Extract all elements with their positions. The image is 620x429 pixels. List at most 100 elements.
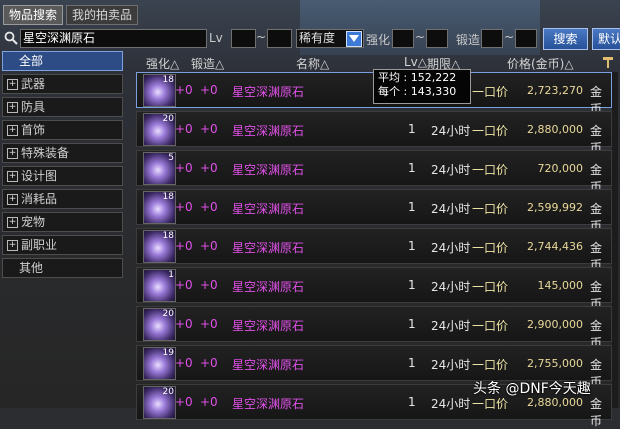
expand-plus-icon[interactable]: +	[7, 194, 18, 205]
tab-my-auctions[interactable]: 我的拍卖品	[66, 5, 139, 25]
stack-count: 20	[162, 387, 174, 397]
enhance-value: +0	[175, 200, 193, 214]
table-row[interactable]: 20 +0 +0 星空深渊原石 1 24小时 一口价 2,880,000 金币	[136, 111, 612, 155]
tab-item-search[interactable]: 物品搜索	[3, 5, 64, 25]
table-row[interactable]: 5 +0 +0 星空深渊原石 1 24小时 一口价 720,000 金币	[136, 150, 612, 194]
forge-value: +0	[200, 161, 218, 175]
sidebar-item-label: 消耗品	[21, 192, 58, 206]
expand-plus-icon[interactable]: +	[7, 79, 18, 90]
stack-count: 19	[162, 348, 174, 358]
header-forge[interactable]: 锻造△	[191, 55, 224, 72]
header-enhance[interactable]: 强化△	[146, 55, 179, 72]
expand-plus-icon[interactable]: +	[7, 240, 18, 251]
sidebar-item-other[interactable]: 其他	[2, 258, 123, 278]
search-icon	[4, 31, 18, 45]
header-lv[interactable]: Lv△	[404, 55, 427, 69]
stack-count: 1	[168, 270, 174, 280]
sidebar-item-weapon[interactable]: + 武器	[2, 74, 123, 94]
tooltip-each: 每个 : 143,330	[378, 85, 457, 98]
item-gem-icon[interactable]: 19	[143, 347, 176, 380]
item-name: 星空深渊原石	[232, 358, 305, 372]
forge-value: +0	[200, 200, 218, 214]
price-tooltip: 平均 : 152,222 每个 : 143,330	[373, 69, 471, 104]
enhance-max-input[interactable]	[426, 29, 448, 48]
sidebar-item-label: 武器	[21, 77, 46, 91]
sidebar-item-label: 其他	[19, 261, 44, 275]
search-bar: 星空深渊原石 Lv ~ 稀有度 强化 ~ 锻造 ~ 搜索 默认	[0, 27, 620, 51]
sidebar-item-label: 宠物	[21, 215, 46, 229]
item-gem-icon[interactable]: 1	[143, 269, 176, 302]
default-button[interactable]: 默认	[592, 28, 620, 50]
header-name[interactable]: 名称△	[296, 55, 329, 72]
forge-value: +0	[200, 356, 218, 370]
qty-value: 1	[408, 239, 416, 253]
item-name: 星空深渊原石	[232, 163, 305, 177]
sidebar-item-subjob[interactable]: + 副职业	[2, 235, 123, 255]
chevron-down-icon[interactable]	[346, 31, 362, 47]
item-gem-icon[interactable]: 18	[143, 191, 176, 224]
price-value: 2,723,270	[527, 84, 583, 97]
price-type: 一口价	[472, 124, 509, 138]
sidebar-item-blueprint[interactable]: + 设计图	[2, 166, 123, 186]
enhance-label: 强化	[366, 33, 391, 47]
forge-value: +0	[200, 395, 218, 409]
table-row[interactable]: 18 +0 +0 星空深渊原石 1 24小时 一口价 2,599,992 金币	[136, 189, 612, 233]
item-gem-icon[interactable]: 20	[143, 308, 176, 341]
item-name: 星空深渊原石	[232, 319, 305, 333]
qty-value: 1	[408, 161, 416, 175]
stack-count: 18	[162, 231, 174, 241]
expand-plus-icon[interactable]: +	[7, 171, 18, 182]
qty-value: 1	[408, 122, 416, 136]
expand-plus-icon[interactable]: +	[7, 217, 18, 228]
table-row[interactable]: 1 +0 +0 星空深渊原石 1 24小时 一口价 145,000 金币	[136, 267, 612, 311]
expand-plus-icon[interactable]: +	[7, 102, 18, 113]
sidebar-item-label: 首饰	[21, 123, 46, 137]
item-gem-icon[interactable]: 18	[143, 230, 176, 263]
price-value: 145,000	[537, 279, 584, 292]
price-value: 2,755,000	[527, 357, 583, 370]
forge-min-input[interactable]	[481, 29, 503, 48]
sidebar-item-label: 设计图	[21, 169, 58, 183]
item-name-input[interactable]: 星空深渊原石	[20, 29, 207, 48]
forge-tilde: ~	[504, 30, 515, 44]
forge-value: +0	[200, 83, 218, 97]
table-row[interactable]: 20 +0 +0 星空深渊原石 1 24小时 一口价 2,900,000 金币	[136, 306, 612, 350]
search-button[interactable]: 搜索	[543, 28, 588, 50]
lv-min-input[interactable]	[231, 29, 256, 48]
rarity-select[interactable]: 稀有度	[296, 29, 364, 48]
stack-count: 20	[162, 309, 174, 319]
table-row[interactable]: 19 +0 +0 星空深渊原石 1 24小时 一口价 2,755,000 金币	[136, 345, 612, 389]
sidebar-item-special-equip[interactable]: + 特殊装备	[2, 143, 123, 163]
sidebar-item-armor[interactable]: + 防具	[2, 97, 123, 117]
item-gem-icon[interactable]: 20	[143, 113, 176, 146]
tooltip-average: 平均 : 152,222	[378, 71, 457, 84]
enhance-value: +0	[175, 278, 193, 292]
scrollbar[interactable]	[612, 72, 618, 408]
forge-value: +0	[200, 278, 218, 292]
item-gem-icon[interactable]: 20	[143, 386, 176, 419]
expand-plus-icon[interactable]: +	[7, 125, 18, 136]
sidebar-item-label: 特殊装备	[21, 146, 70, 160]
price-type: 一口价	[472, 319, 509, 333]
period-value: 24小时	[431, 319, 471, 333]
item-name: 星空深渊原石	[232, 241, 305, 255]
header-price[interactable]: 价格(金币)△	[507, 55, 574, 72]
item-gem-icon[interactable]: 5	[143, 152, 176, 185]
sidebar-item-consumable[interactable]: + 消耗品	[2, 189, 123, 209]
item-name: 星空深渊原石	[232, 397, 305, 411]
sidebar-item-all[interactable]: 全部	[2, 51, 123, 71]
forge-max-input[interactable]	[515, 29, 537, 48]
item-gem-icon[interactable]: 18	[143, 74, 176, 107]
hammer-icon	[603, 57, 613, 68]
enhance-min-input[interactable]	[392, 29, 414, 48]
table-row[interactable]: 18 +0 +0 星空深渊原石 1 24小时 一口价 2,744,436 金币	[136, 228, 612, 272]
stack-count: 18	[162, 75, 174, 85]
sidebar-item-jewelry[interactable]: + 首饰	[2, 120, 123, 140]
forge-value: +0	[200, 317, 218, 331]
item-name: 星空深渊原石	[232, 85, 305, 99]
expand-plus-icon[interactable]: +	[7, 148, 18, 159]
sidebar-item-pet[interactable]: + 宠物	[2, 212, 123, 232]
lv-max-input[interactable]	[267, 29, 292, 48]
period-value: 24小时	[431, 358, 471, 372]
sidebar-item-label: 副职业	[21, 238, 58, 252]
